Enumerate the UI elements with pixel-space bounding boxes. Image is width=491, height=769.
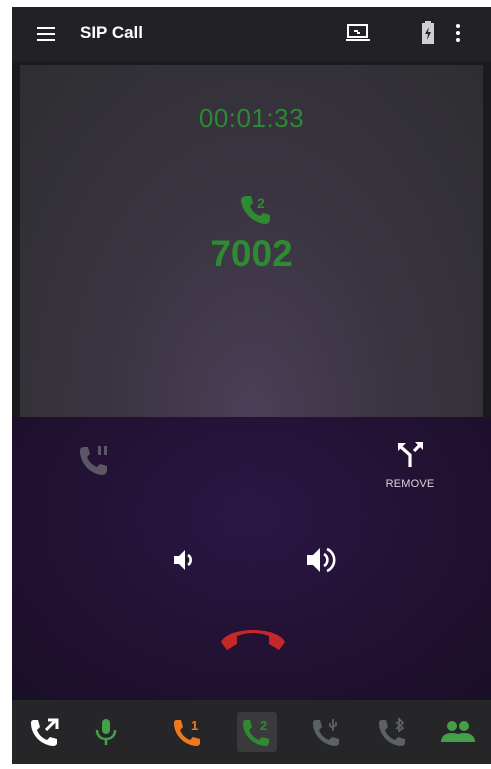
phone-paused-icon[interactable] <box>78 443 112 482</box>
phone-line-2-label: 2 <box>260 718 267 733</box>
remove-button[interactable]: REMOVE <box>378 439 442 490</box>
microphone-icon[interactable] <box>86 712 126 752</box>
phone-line-1-button[interactable]: 1 <box>168 712 208 752</box>
cast-screen-icon[interactable] <box>346 23 370 48</box>
call-controls: REMOVE <box>12 417 491 700</box>
phone-usb-icon[interactable] <box>307 712 347 752</box>
app-bar: SIP Call <box>12 7 491 61</box>
call-number: 7002 <box>210 233 293 274</box>
volume-down-icon[interactable] <box>171 547 197 578</box>
bottom-bar: 1 2 <box>12 700 491 764</box>
phone-forwarded-icon[interactable] <box>24 712 64 752</box>
people-icon[interactable] <box>438 712 478 752</box>
more-vert-icon[interactable] <box>454 23 462 48</box>
remove-label: REMOVE <box>385 478 435 490</box>
phone-line-1-label: 1 <box>191 718 198 733</box>
phone-line-2-button[interactable]: 2 <box>237 712 277 752</box>
phone-line-2-number: 2 <box>257 195 265 211</box>
app-title: SIP Call <box>80 23 143 42</box>
phone-line-2-icon: 2 <box>238 193 272 232</box>
hamburger-menu-icon[interactable] <box>36 25 56 43</box>
call-info-panel: 00:01:33 2 7002 <box>20 65 483 417</box>
call-merge-split-icon <box>398 442 423 467</box>
battery-charging-icon <box>421 21 435 50</box>
device-screen: SIP Call 00:01:33 2 7002 REMOVE 1 2 <box>12 7 491 764</box>
phone-bluetooth-icon[interactable] <box>373 712 413 752</box>
call-end-icon[interactable] <box>217 620 289 659</box>
call-timer: 00:01:33 <box>198 103 305 133</box>
volume-up-icon[interactable] <box>305 545 339 580</box>
